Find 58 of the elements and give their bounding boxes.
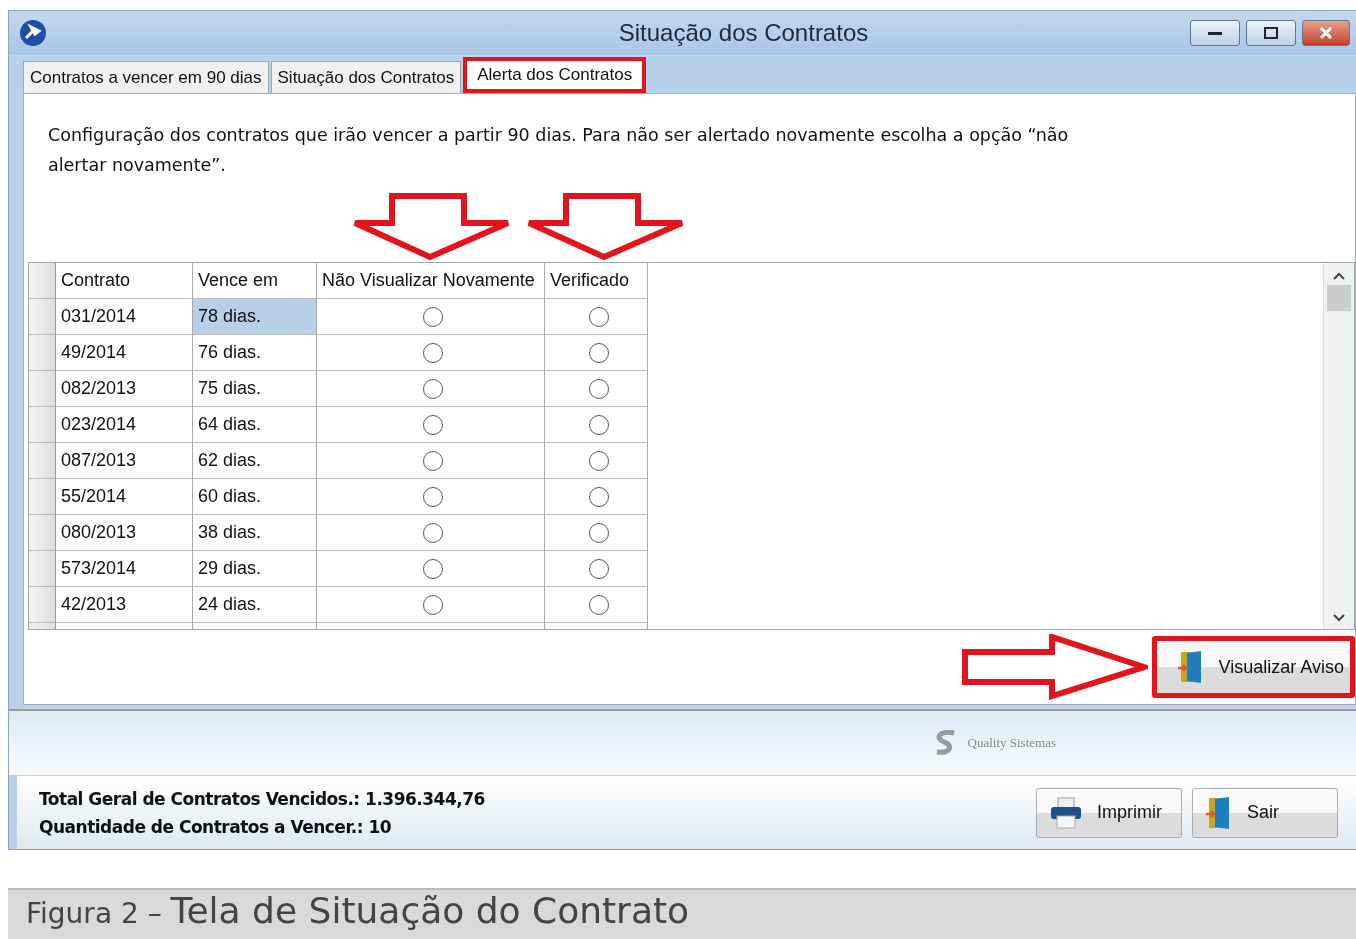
table-cell: 087/2013 [56, 443, 193, 479]
total-text: Total Geral de Contratos Vencidos.: 1.396.344,76 [39, 788, 485, 809]
row-header[interactable] [29, 407, 56, 443]
table-cell: 080/2013 [56, 515, 193, 551]
row-header[interactable] [29, 371, 56, 407]
maximize-button[interactable] [1246, 20, 1296, 46]
table-cell: 62 dias. [193, 443, 317, 479]
down-arrow-icon [526, 193, 686, 261]
right-arrow-icon [961, 634, 1148, 700]
table-cell: 60 dias. [193, 479, 317, 515]
table-cell: 49/2014 [56, 335, 193, 371]
row-header[interactable] [29, 479, 56, 515]
table-cell: 573/2014 [56, 551, 193, 587]
table-cell: 031/2014 [56, 299, 193, 335]
row-header[interactable] [29, 515, 56, 551]
print-button[interactable]: Imprimir [1036, 787, 1182, 838]
table-cell: 023/2014 [56, 407, 193, 443]
table-cell: 75 dias. [193, 371, 317, 407]
column-header[interactable]: Vence em [193, 263, 317, 299]
table-cell: 42/2013 [56, 587, 193, 623]
total-text: Quantidade de Contratos a Vencer.: 10 [39, 816, 393, 837]
row-header[interactable] [29, 551, 56, 587]
table-cell: 082/2013 [56, 371, 193, 407]
table-cell: 76 dias. [193, 335, 317, 371]
description-text: Configuração dos contratos que irão vencer a partir 90 dias. Para não ser alertado novamente escolha a opção “não alertar novamente”. [48, 124, 1070, 177]
column-header[interactable]: Verificado [545, 263, 648, 299]
tab[interactable]: Situação dos Contratos [270, 61, 462, 93]
row-header[interactable] [29, 299, 56, 335]
row-header[interactable] [29, 335, 56, 371]
column-header[interactable]: Não Visualizar Novamente [317, 263, 545, 299]
table-cell: 38 dias. [193, 515, 317, 551]
printer-icon [1049, 795, 1083, 830]
figure-title: Tela de Situação do Contrato [170, 890, 690, 931]
corner-header[interactable] [29, 263, 56, 299]
minimize-button[interactable] [1190, 20, 1240, 46]
tab[interactable]: Contratos a vencer em 90 dias [23, 61, 269, 93]
app-icon [19, 19, 47, 47]
row-header[interactable] [29, 443, 56, 479]
scrollbar[interactable] [1323, 263, 1354, 629]
down-arrow-icon [352, 193, 512, 261]
exit-button[interactable]: Sair [1192, 787, 1338, 838]
tab[interactable]: Alerta dos Contratos [463, 57, 647, 93]
window-title: Situação dos Contratos [617, 19, 870, 47]
table-cell: 24 dias. [193, 587, 317, 623]
column-header[interactable]: Contrato [56, 263, 193, 299]
figure-label: Figura 2 – [26, 897, 163, 930]
close-icon [1319, 26, 1333, 40]
brand-name: Quality Sistemas [967, 735, 1056, 751]
row-header[interactable] [29, 587, 56, 623]
table-cell: 29 dias. [193, 551, 317, 587]
view-warning-button[interactable]: Visualizar Aviso [1151, 636, 1355, 698]
close-button[interactable] [1302, 20, 1350, 46]
table-cell: 64 dias. [193, 407, 317, 443]
table-cell: 78 dias. [193, 299, 317, 335]
table-cell: 55/2014 [56, 479, 193, 515]
maximize-icon [1264, 27, 1278, 39]
scroll-thumb[interactable] [1327, 285, 1351, 311]
minimize-icon [1208, 30, 1222, 36]
